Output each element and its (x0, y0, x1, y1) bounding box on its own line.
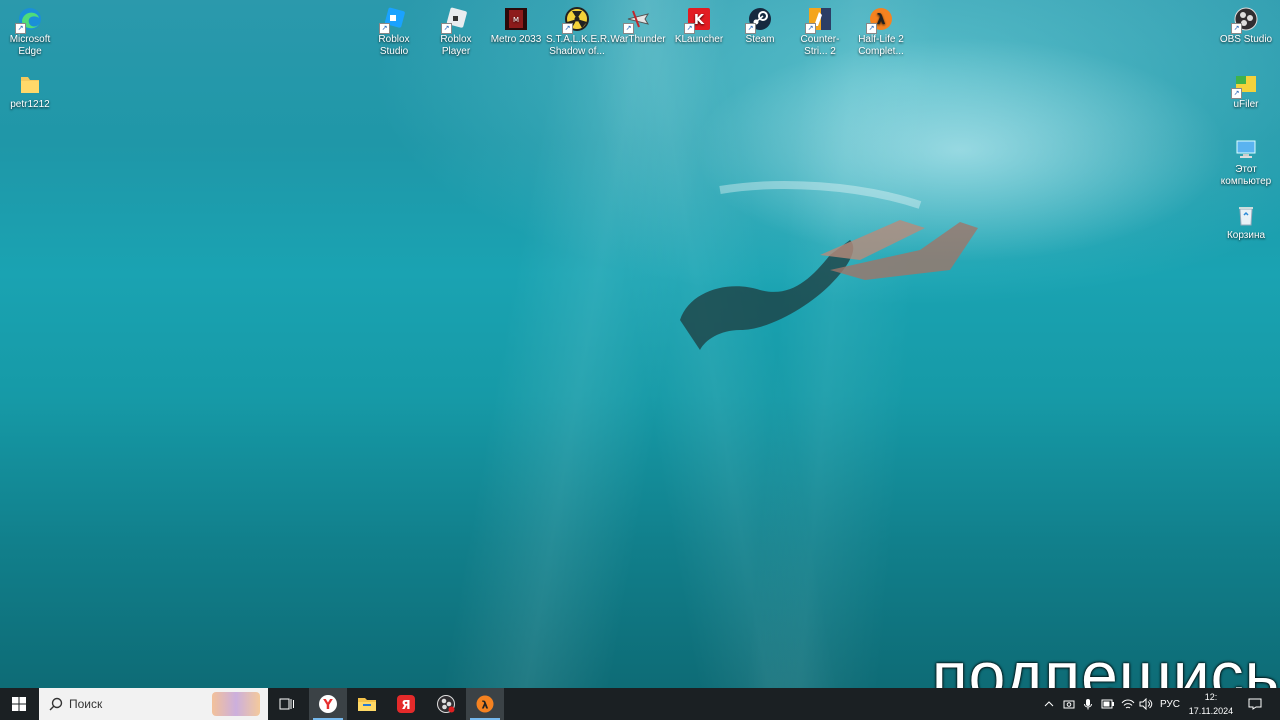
recycle-bin-icon (1239, 207, 1253, 226)
yandex-icon: Я (397, 695, 415, 713)
webcam-icon (1063, 700, 1075, 709)
shortcut-arrow-icon: ↗ (562, 23, 573, 34)
obs-icon (437, 695, 455, 713)
desktop-icon-stalker[interactable]: ↗ S.T.A.L.K.E.R. Shadow of... (546, 2, 610, 58)
icon-label: Roblox Player (440, 34, 472, 57)
svg-text:λ: λ (877, 12, 886, 28)
icon-label: Steam (745, 34, 775, 45)
volume-icon (1139, 698, 1153, 710)
tray-language[interactable]: РУС (1156, 688, 1184, 720)
half-life-icon: λ (476, 695, 494, 713)
computer-icon (1236, 140, 1256, 158)
battery-icon (1101, 699, 1114, 709)
shortcut-arrow-icon: ↗ (745, 23, 756, 34)
shortcut-arrow-icon: ↗ (1231, 23, 1242, 34)
file-explorer-icon (358, 698, 376, 711)
yandex-browser-icon: Y (319, 695, 337, 713)
icon-label: petr1212 (10, 99, 50, 110)
icon-label: Этот компьютер (1220, 164, 1272, 187)
shortcut-arrow-icon: ↗ (623, 23, 634, 34)
start-icon (12, 697, 26, 711)
action-center-button[interactable] (1244, 688, 1266, 720)
svg-text:Я: Я (401, 698, 410, 712)
taskbar-app-obs[interactable] (427, 688, 465, 720)
svg-text:K: K (694, 13, 705, 28)
folder-icon (21, 77, 39, 93)
task-view-button[interactable] (268, 688, 306, 720)
svg-text:λ: λ (482, 699, 489, 712)
desktop-icon-obs-studio[interactable]: ↗ OBS Studio (1215, 2, 1277, 46)
icon-label: Metro 2033 (490, 34, 542, 45)
tray-clock[interactable]: 12: 17.11.2024 (1186, 690, 1236, 718)
shortcut-arrow-icon: ↗ (379, 23, 390, 34)
shortcut-arrow-icon: ↗ (441, 23, 452, 34)
icon-label: KLauncher (674, 34, 724, 45)
svg-text:Y: Y (322, 698, 333, 713)
search-icon (49, 697, 63, 711)
wallpaper-swimmer (680, 181, 978, 350)
clock-time: 12: (1204, 692, 1218, 702)
tray-overflow-button[interactable] (1040, 688, 1058, 720)
icon-label: S.T.A.L.K.E.R. Shadow of... (546, 34, 610, 57)
desktop-icon-klauncher[interactable]: K ↗ KLauncher (668, 2, 730, 46)
desktop-icon-warthunder[interactable]: ↗ WarThunder (607, 2, 669, 46)
desktop-icon-ufiler[interactable]: ↗ uFiler (1215, 67, 1277, 111)
taskbar: Поиск Y Я λ РУС 12: 17.11.2024 (0, 688, 1280, 720)
icon-label: Half-Life 2 Complet... (858, 34, 904, 57)
shortcut-arrow-icon: ↗ (805, 23, 816, 34)
wifi-icon (1121, 699, 1135, 709)
wallpaper-light-rays (0, 0, 1280, 720)
shortcut-arrow-icon: ↗ (15, 23, 26, 34)
svg-text:M: M (513, 16, 519, 24)
taskbar-app-half-life[interactable]: λ (466, 688, 504, 720)
metro-2033-icon: M (505, 8, 527, 30)
desktop-icon-steam[interactable]: ↗ Steam (729, 2, 791, 46)
desktop-icon-roblox-studio[interactable]: ↗ Roblox Studio (363, 2, 425, 58)
taskbar-search-box[interactable]: Поиск (39, 688, 268, 720)
icon-label: Microsoft Edge (9, 34, 51, 57)
icon-label: Корзина (1226, 230, 1266, 241)
desktop-icon-this-pc[interactable]: Этот компьютер (1215, 132, 1277, 188)
taskbar-app-yandex[interactable]: Я (387, 688, 425, 720)
start-button[interactable] (0, 688, 38, 720)
clock-date: 17.11.2024 (1188, 706, 1234, 716)
microphone-icon (1084, 699, 1092, 710)
taskbar-app-file-explorer[interactable] (348, 688, 386, 720)
tray-volume[interactable] (1137, 688, 1155, 720)
tray-microphone[interactable] (1079, 688, 1097, 720)
shortcut-arrow-icon: ↗ (1231, 88, 1242, 99)
icon-label: uFiler (1233, 99, 1259, 110)
taskbar-app-yandex-browser[interactable]: Y (309, 688, 347, 720)
icon-label: OBS Studio (1219, 34, 1273, 45)
chevron-up-icon (1044, 701, 1054, 707)
desktop-icon-counter-strike[interactable]: ↗ Counter-Stri... 2 (789, 2, 851, 58)
desktop-icon-petr1212[interactable]: petr1212 (0, 67, 61, 111)
task-view-icon (279, 698, 294, 710)
tray-wifi[interactable] (1119, 688, 1137, 720)
icon-label: WarThunder (610, 34, 666, 45)
desktop-icon-recycle-bin[interactable]: Корзина (1215, 198, 1277, 242)
desktop-icon-microsoft-edge[interactable]: ↗ Microsoft Edge (0, 2, 61, 58)
icon-label: Roblox Studio (378, 34, 410, 57)
icon-label: Counter-Stri... 2 (800, 34, 840, 57)
search-placeholder: Поиск (69, 697, 103, 711)
notification-icon (1248, 698, 1262, 710)
tray-camera[interactable] (1060, 688, 1078, 720)
shortcut-arrow-icon: ↗ (866, 23, 877, 34)
desktop-icon-metro-2033[interactable]: M Metro 2033 (485, 2, 547, 46)
tray-battery[interactable] (1098, 688, 1118, 720)
desktop-icon-roblox-player[interactable]: ↗ Roblox Player (425, 2, 487, 58)
shortcut-arrow-icon: ↗ (684, 23, 695, 34)
desktop-icon-half-life-2[interactable]: λ ↗ Half-Life 2 Complet... (850, 2, 912, 58)
search-highlight-icon (212, 692, 260, 716)
